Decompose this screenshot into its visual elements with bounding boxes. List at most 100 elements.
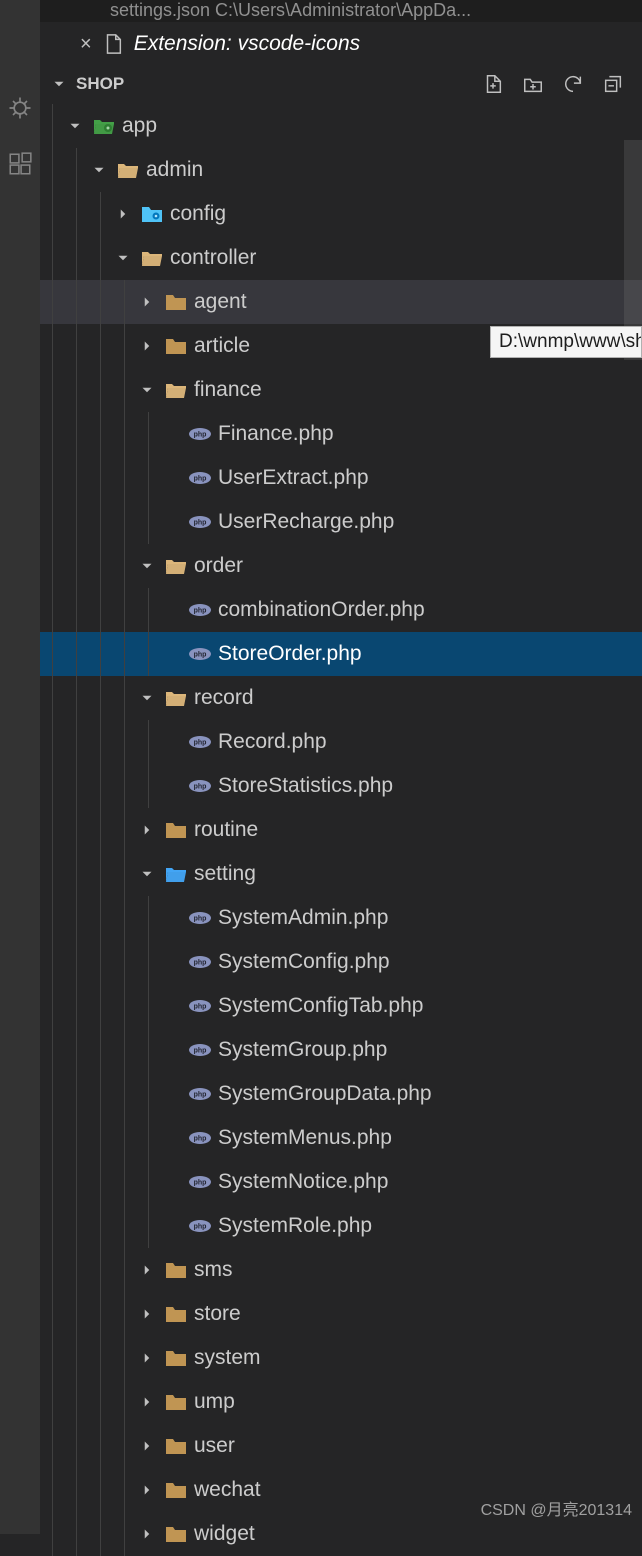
tree-file-userextract-php[interactable]: php UserExtract.php xyxy=(40,456,642,500)
tree-item-label: UserExtract.php xyxy=(218,466,369,490)
php-file-icon: php xyxy=(188,774,212,798)
tree-item-label: SystemConfig.php xyxy=(218,950,390,974)
chevron-right-icon[interactable] xyxy=(136,1391,158,1413)
tree-item-label: SystemGroupData.php xyxy=(218,1082,432,1106)
twistie-spacer xyxy=(160,1171,182,1193)
tree-folder-config[interactable]: config xyxy=(40,192,642,236)
chevron-right-icon[interactable] xyxy=(136,291,158,313)
tree-file-systemgroup-php[interactable]: phpSystemGroup.php xyxy=(40,1028,642,1072)
php-file-icon: php xyxy=(188,1214,212,1238)
new-folder-icon[interactable] xyxy=(522,73,544,95)
tree-file-record-php[interactable]: php Record.php xyxy=(40,720,642,764)
tree-file-systemnotice-php[interactable]: phpSystemNotice.php xyxy=(40,1160,642,1204)
tree-folder-record[interactable]: record xyxy=(40,676,642,720)
chevron-right-icon[interactable] xyxy=(136,1303,158,1325)
tree-file-storestatistics-php[interactable]: phpStoreStatistics.php xyxy=(40,764,642,808)
svg-text:php: php xyxy=(194,1136,207,1143)
tree-item-label: SystemAdmin.php xyxy=(218,906,388,930)
section-header[interactable]: SHOP xyxy=(40,66,642,102)
folder-icon xyxy=(164,1258,188,1282)
twistie-spacer xyxy=(160,951,182,973)
chevron-right-icon[interactable] xyxy=(136,335,158,357)
chevron-right-icon[interactable] xyxy=(112,203,134,225)
chevron-right-icon[interactable] xyxy=(136,1479,158,1501)
twistie-spacer xyxy=(160,775,182,797)
tree-item-label: combinationOrder.php xyxy=(218,598,425,622)
tree-item-label: controller xyxy=(170,246,256,270)
editor-tabbar: × Extension: vscode-icons xyxy=(0,22,642,66)
tree-folder-system[interactable]: system xyxy=(40,1336,642,1380)
svg-text:php: php xyxy=(194,916,207,923)
tree-file-systemadmin-php[interactable]: php SystemAdmin.php xyxy=(40,896,642,940)
close-tab-icon[interactable]: × xyxy=(80,33,92,56)
php-file-icon: php xyxy=(188,1038,212,1062)
tab-label[interactable]: Extension: vscode-icons xyxy=(134,32,360,56)
section-title: SHOP xyxy=(76,74,124,94)
tree-folder-finance[interactable]: finance xyxy=(40,368,642,412)
tree-item-label: Finance.php xyxy=(218,422,334,446)
chevron-down-icon[interactable] xyxy=(112,247,134,269)
tree-file-combinationorder-php[interactable]: phpcombinationOrder.php xyxy=(40,588,642,632)
tree-file-systemconfig-php[interactable]: phpSystemConfig.php xyxy=(40,940,642,984)
twistie-spacer xyxy=(160,643,182,665)
activity-extensions-icon[interactable] xyxy=(0,136,40,192)
tree-file-systemgroupdata-php[interactable]: phpSystemGroupData.php xyxy=(40,1072,642,1116)
tree-folder-setting[interactable]: setting xyxy=(40,852,642,896)
php-file-icon: php xyxy=(188,730,212,754)
svg-text:php: php xyxy=(194,784,207,791)
php-file-icon: php xyxy=(188,510,212,534)
collapse-all-icon[interactable] xyxy=(602,73,624,95)
folder-icon xyxy=(164,1478,188,1502)
tree-item-label: agent xyxy=(194,290,247,314)
folder-open-icon xyxy=(116,158,140,182)
chevron-down-icon[interactable] xyxy=(136,555,158,577)
tree-file-systemmenus-php[interactable]: phpSystemMenus.php xyxy=(40,1116,642,1160)
tree-file-systemconfigtab-php[interactable]: phpSystemConfigTab.php xyxy=(40,984,642,1028)
tree-file-userrecharge-php[interactable]: phpUserRecharge.php xyxy=(40,500,642,544)
chevron-down-icon[interactable] xyxy=(136,379,158,401)
twistie-spacer xyxy=(160,511,182,533)
tree-folder-agent[interactable]: agent xyxy=(40,280,642,324)
folder-icon xyxy=(164,1390,188,1414)
tree-folder-sms[interactable]: sms xyxy=(40,1248,642,1292)
tree-folder-store[interactable]: store xyxy=(40,1292,642,1336)
svg-text:php: php xyxy=(194,1180,207,1187)
chevron-right-icon[interactable] xyxy=(136,1347,158,1369)
tree-item-label: SystemConfigTab.php xyxy=(218,994,423,1018)
tree-item-label: store xyxy=(194,1302,241,1326)
folder-icon xyxy=(164,818,188,842)
tree-folder-admin[interactable]: admin xyxy=(40,148,642,192)
file-icon xyxy=(102,33,124,55)
activity-debug-icon[interactable] xyxy=(0,80,40,136)
tree-item-label: config xyxy=(170,202,226,226)
chevron-right-icon[interactable] xyxy=(136,1259,158,1281)
tree-folder-app[interactable]: app xyxy=(40,104,642,148)
tree-folder-controller[interactable]: controller xyxy=(40,236,642,280)
chevron-right-icon[interactable] xyxy=(136,1523,158,1545)
chevron-down-icon[interactable] xyxy=(88,159,110,181)
chevron-down-icon[interactable] xyxy=(136,687,158,709)
tree-folder-user[interactable]: user xyxy=(40,1424,642,1468)
refresh-icon[interactable] xyxy=(562,73,584,95)
tree-item-label: wechat xyxy=(194,1478,261,1502)
tree-folder-routine[interactable]: routine xyxy=(40,808,642,852)
chevron-down-icon[interactable] xyxy=(136,863,158,885)
svg-text:php: php xyxy=(194,476,207,483)
tree-item-label: Record.php xyxy=(218,730,327,754)
svg-text:php: php xyxy=(194,740,207,747)
svg-text:php: php xyxy=(194,1224,207,1231)
svg-text:php: php xyxy=(194,432,207,439)
chevron-down-icon[interactable] xyxy=(64,115,86,137)
twistie-spacer xyxy=(160,423,182,445)
chevron-right-icon[interactable] xyxy=(136,1435,158,1457)
tree-file-storeorder-php[interactable]: phpStoreOrder.php xyxy=(40,632,642,676)
tree-file-systemrole-php[interactable]: php SystemRole.php xyxy=(40,1204,642,1248)
file-tree: appadminconfigcontrolleragentarticlefina… xyxy=(40,102,642,1556)
chevron-right-icon[interactable] xyxy=(136,819,158,841)
tree-folder-ump[interactable]: ump xyxy=(40,1380,642,1424)
new-file-icon[interactable] xyxy=(482,73,504,95)
tree-file-finance-php[interactable]: php Finance.php xyxy=(40,412,642,456)
activity-bar xyxy=(0,0,40,1534)
tree-folder-order[interactable]: order xyxy=(40,544,642,588)
tree-item-label: SystemRole.php xyxy=(218,1214,372,1238)
